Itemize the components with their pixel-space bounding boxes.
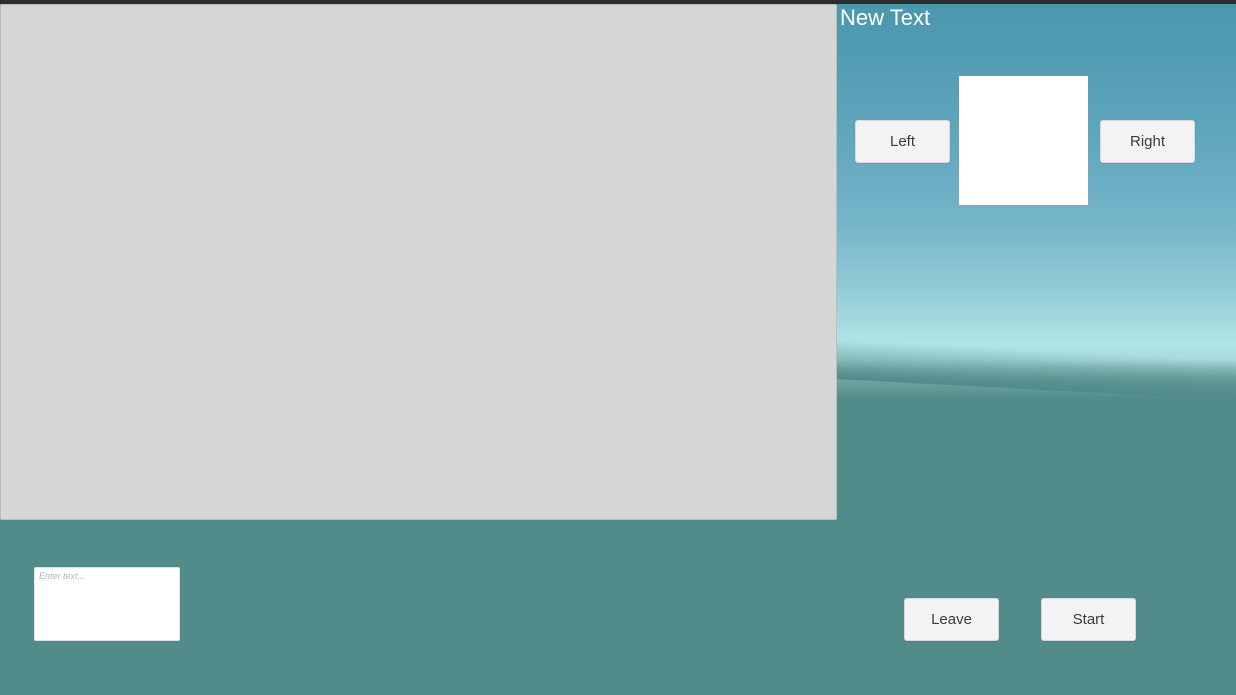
start-button-label: Start [1072, 611, 1105, 628]
leave-button[interactable]: Leave [904, 598, 999, 641]
text-input[interactable] [34, 567, 180, 641]
right-button-label: Right [1129, 133, 1166, 150]
title-text: New Text [840, 5, 931, 30]
right-button[interactable]: Right [1100, 120, 1195, 163]
leave-button-label: Leave [931, 611, 972, 628]
preview-image [959, 76, 1088, 205]
start-button[interactable]: Start [1041, 598, 1136, 641]
main-panel [0, 4, 837, 520]
left-button[interactable]: Left [855, 120, 950, 163]
left-button-label: Left [889, 133, 916, 150]
